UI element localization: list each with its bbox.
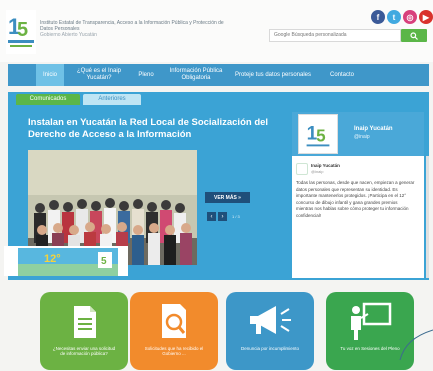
post-handle: @inaip [311, 169, 324, 174]
main-nav: Inicio ¿Qué es el Inaip Yucatán? Pleno I… [8, 64, 429, 86]
post-image[interactable]: 12° 5 [4, 246, 128, 276]
facebook-icon[interactable]: f [371, 10, 385, 24]
search-input[interactable]: Google Búsqueda personalizada [269, 29, 401, 42]
svg-text:5: 5 [101, 256, 107, 267]
svg-text:5: 5 [316, 127, 326, 146]
twitter-handle[interactable]: @inaip [354, 134, 370, 140]
widget-scrollbar[interactable] [426, 156, 429, 278]
presenter-board-icon [351, 302, 392, 340]
nav-item-informacion-publica[interactable]: Información Pública Obligatoria [158, 64, 234, 86]
tile-solicitud[interactable]: ¿Necesitas enviar una solicitud de infor… [40, 292, 128, 370]
tile-solicitudes-label: Solicitudes que ha recibido el Gobierno … [144, 346, 204, 356]
institution-subtitle: Gobierno Abierto Yucatán [40, 32, 97, 38]
twitter-icon[interactable]: t [387, 10, 401, 24]
nav-item-datos-personales[interactable]: Proteje tus datos personales [234, 64, 312, 86]
tile-denuncia[interactable]: Denuncia por incumplimiento [226, 292, 314, 370]
tile-sesiones-label: Tu voz en Sesiones del Pleno [340, 346, 400, 351]
tab-comunicados[interactable]: Comunicados [16, 94, 80, 105]
post-text: Todas las personas, desde que nacen, emp… [296, 180, 415, 218]
tile-solicitudes-recibidas[interactable]: Solicitudes que ha recibido el Gobierno … [130, 292, 218, 370]
megaphone-icon [250, 306, 291, 334]
svg-text:5: 5 [17, 19, 28, 41]
slider-controls: ‹ › 1 / 3 [207, 212, 240, 221]
nav-item-contacto[interactable]: Contacto [312, 64, 372, 86]
youtube-icon[interactable]: ▶ [419, 10, 433, 24]
profile-avatar[interactable]: 1 5 [298, 114, 338, 154]
prev-arrow-icon[interactable]: ‹ [207, 212, 216, 221]
nav-item-inicio[interactable]: Inicio [36, 64, 64, 86]
social-links: f t ◎ ▶ [371, 10, 433, 24]
post-avatar[interactable] [296, 163, 308, 175]
read-more-button[interactable]: VER MÁS » [205, 192, 250, 203]
site-header: 1 5 Instituto Estatal de Transparencia, … [0, 0, 433, 62]
post-author[interactable]: Inaip Yucatán [311, 163, 340, 168]
institution-name: Instituto Estatal de Transparencia, Acce… [40, 20, 224, 32]
tab-anteriores[interactable]: Anteriores [83, 94, 141, 105]
nav-item-que-es[interactable]: ¿Qué es el Inaip Yucatán? [64, 64, 134, 86]
nav-item-pleno[interactable]: Pleno [134, 64, 158, 86]
next-arrow-icon[interactable]: › [218, 212, 227, 221]
news-headline[interactable]: Instalan en Yucatán la Red Local de Soci… [28, 117, 278, 141]
search-button[interactable] [401, 29, 427, 42]
news-tabs: Comunicados Anteriores [16, 94, 141, 105]
post-image-text: 12° [44, 253, 61, 265]
instagram-icon[interactable]: ◎ [403, 10, 417, 24]
twitter-widget[interactable]: 1 5 Inaip Yucatán @inaip Inaip Yucatán @… [292, 112, 424, 278]
tile-sesiones-pleno[interactable]: Tu voz en Sesiones del Pleno [326, 292, 414, 370]
magnifier-document-icon [162, 304, 186, 338]
tile-solicitud-label: ¿Necesitas enviar una solicitud de infor… [52, 346, 116, 356]
document-icon [74, 306, 96, 338]
tile-denuncia-label: Denuncia por incumplimiento [240, 346, 300, 351]
twitter-account-name[interactable]: Inaip Yucatán [354, 126, 393, 132]
inaip-logo[interactable]: 1 5 [6, 10, 36, 54]
slide-counter: 1 / 3 [232, 214, 240, 219]
twitter-header: 1 5 Inaip Yucatán @inaip [292, 112, 424, 156]
search-icon [410, 31, 418, 40]
